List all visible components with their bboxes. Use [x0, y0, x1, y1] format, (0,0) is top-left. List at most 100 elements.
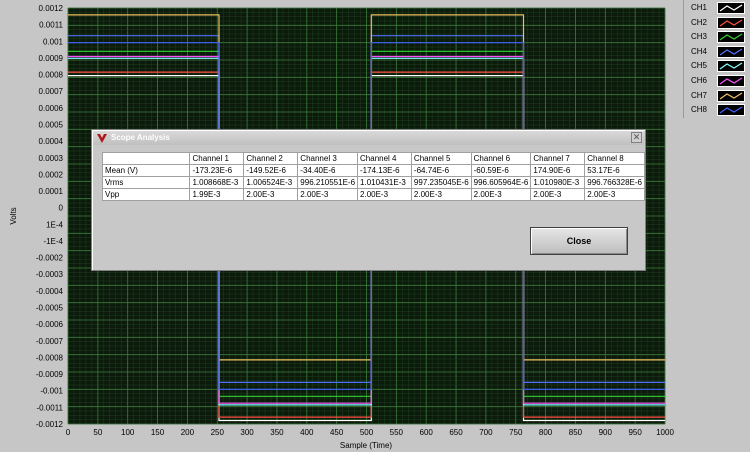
x-tick-label: 550	[390, 428, 404, 437]
x-tick-label: 600	[420, 428, 434, 437]
table-cell: 2.00E-3	[243, 188, 299, 201]
x-tick-label: 650	[449, 428, 463, 437]
legend-item-ch8[interactable]: CH8	[684, 104, 750, 118]
y-tick-label: -0.0003	[36, 270, 64, 279]
legend-swatch	[717, 16, 745, 29]
table-cell: -60.59E-6	[470, 164, 532, 177]
column-header: Channel 2	[243, 152, 299, 165]
table-cell: 1.010980E-3	[530, 176, 586, 189]
y-tick-label: -0.0002	[36, 254, 64, 263]
y-tick-label: 0.0008	[39, 71, 64, 80]
y-tick-label: 0.0007	[39, 87, 64, 96]
table-header-row: Channel 1 Channel 2 Channel 3 Channel 4 Chan…	[101, 152, 645, 165]
y-tick-label: 0.0005	[39, 120, 64, 129]
x-tick-label: 250	[211, 428, 225, 437]
x-tick-label: 1000	[656, 428, 674, 437]
x-tick-label: 350	[270, 428, 284, 437]
table-cell: 2.00E-3	[357, 188, 412, 201]
legend-item-ch6[interactable]: CH6	[684, 75, 750, 89]
table-cell: 174.90E-6	[530, 164, 586, 177]
legend-swatch	[717, 104, 745, 117]
y-tick-label: -0.0009	[36, 370, 64, 379]
column-header: Channel 7	[530, 152, 586, 165]
legend-label: CH3	[691, 32, 708, 42]
legend-label: CH5	[691, 61, 708, 71]
table-cell: 1.008668E-3	[189, 176, 245, 189]
legend-label: CH1	[691, 3, 708, 12]
table-cell: 53.17E-6	[584, 164, 645, 177]
y-tick-label: -1E-4	[43, 237, 63, 246]
x-tick-label: 450	[330, 428, 344, 437]
x-tick-label: 500	[360, 428, 374, 437]
y-tick-label: 0.0006	[39, 104, 64, 113]
y-tick-label: -0.0006	[36, 320, 64, 329]
legend-label: CH8	[691, 105, 708, 115]
table-cell: 996.210551E-6	[297, 176, 359, 189]
y-tick-label: -0.0012	[36, 420, 64, 429]
legend-label: CH4	[691, 46, 708, 56]
close-icon[interactable]: ✕	[631, 132, 642, 143]
table-row: Vrms 1.008668E-3 1.006524E-3 996.210551E-6 1…	[101, 176, 645, 189]
legend-item-ch3[interactable]: CH3	[684, 31, 750, 45]
table-cell: -34.40E-6	[297, 164, 359, 177]
legend-item-ch5[interactable]: CH5	[684, 60, 750, 74]
results-table: Channel 1 Channel 2 Channel 3 Channel 4 Chan…	[101, 152, 645, 201]
table-cell: -174.13E-6	[357, 164, 412, 177]
y-tick-label: 0.001	[43, 37, 64, 46]
legend-item-ch1[interactable]: CH1	[684, 2, 750, 16]
legend-swatch	[717, 60, 745, 73]
legend-swatch	[717, 75, 745, 87]
legend-label: CH2	[691, 17, 708, 27]
y-tick-label: -0.0004	[36, 287, 64, 296]
y-tick-label: 0.0011	[39, 21, 63, 30]
table-cell: 2.00E-3	[410, 188, 472, 201]
table-row: Vpp 1.99E-3 2.00E-3 2.00E-3 2.00E-3 2.00E-3 2.…	[101, 188, 645, 201]
y-tick-label: 0.0002	[39, 170, 64, 179]
legend-item-ch2[interactable]: CH2	[684, 16, 750, 31]
table-corner-cell	[101, 152, 191, 165]
x-tick-label: 50	[93, 428, 102, 437]
dialog-titlebar[interactable]: Scope Analysis ✕	[93, 131, 644, 145]
legend-swatch	[717, 45, 745, 58]
y-tick-label: 0.0009	[39, 54, 64, 63]
legend-swatch	[717, 2, 745, 14]
column-header: Channel 1	[189, 152, 245, 165]
table-cell: 2.00E-3	[470, 188, 532, 201]
table-cell: 1.006524E-3	[243, 176, 299, 189]
row-header: Vpp	[101, 188, 191, 201]
y-tick-label: -0.0011	[36, 403, 63, 412]
y-tick-label: -0.0008	[36, 353, 64, 362]
x-tick-label: 900	[599, 428, 613, 437]
column-header: Channel 6	[470, 152, 532, 165]
x-tick-label: 200	[181, 428, 195, 437]
x-tick-label: 700	[479, 428, 493, 437]
x-tick-label: 850	[569, 428, 583, 437]
table-cell: 2.00E-3	[297, 188, 359, 201]
y-tick-label: 1E-4	[46, 220, 63, 229]
table-cell: 997.235045E-6	[410, 176, 472, 189]
legend-item-ch4[interactable]: CH4	[684, 45, 750, 60]
table-cell: 996.766328E-6	[584, 176, 645, 189]
column-header: Channel 4	[357, 152, 412, 165]
x-tick-label: 100	[121, 428, 135, 437]
table-cell: 2.00E-3	[584, 188, 645, 201]
table-cell: 2.00E-3	[530, 188, 586, 201]
y-tick-label: 0.0012	[39, 4, 64, 13]
table-cell: 1.99E-3	[189, 188, 245, 201]
x-tick-label: 400	[300, 428, 314, 437]
scope-analysis-dialog: Scope Analysis ✕ Channel 1 Channel 2 Chann…	[91, 129, 646, 271]
legend-swatch	[717, 89, 745, 102]
labview-icon	[97, 134, 107, 143]
close-button[interactable]: Close	[530, 227, 628, 255]
legend-label: CH6	[691, 76, 708, 85]
y-tick-label: 0.0003	[39, 154, 64, 163]
legend-item-ch7[interactable]: CH7	[684, 89, 750, 104]
x-tick-label: 0	[66, 428, 71, 437]
table-cell: 1.010431E-3	[357, 176, 412, 189]
legend-label: CH7	[691, 90, 708, 100]
y-tick-label: 0.0004	[39, 137, 64, 146]
x-tick-label: 750	[509, 428, 523, 437]
table-cell: -173.23E-6	[189, 164, 245, 177]
y-tick-label: 0	[59, 204, 64, 213]
y-tick-label: -0.001	[40, 387, 63, 396]
